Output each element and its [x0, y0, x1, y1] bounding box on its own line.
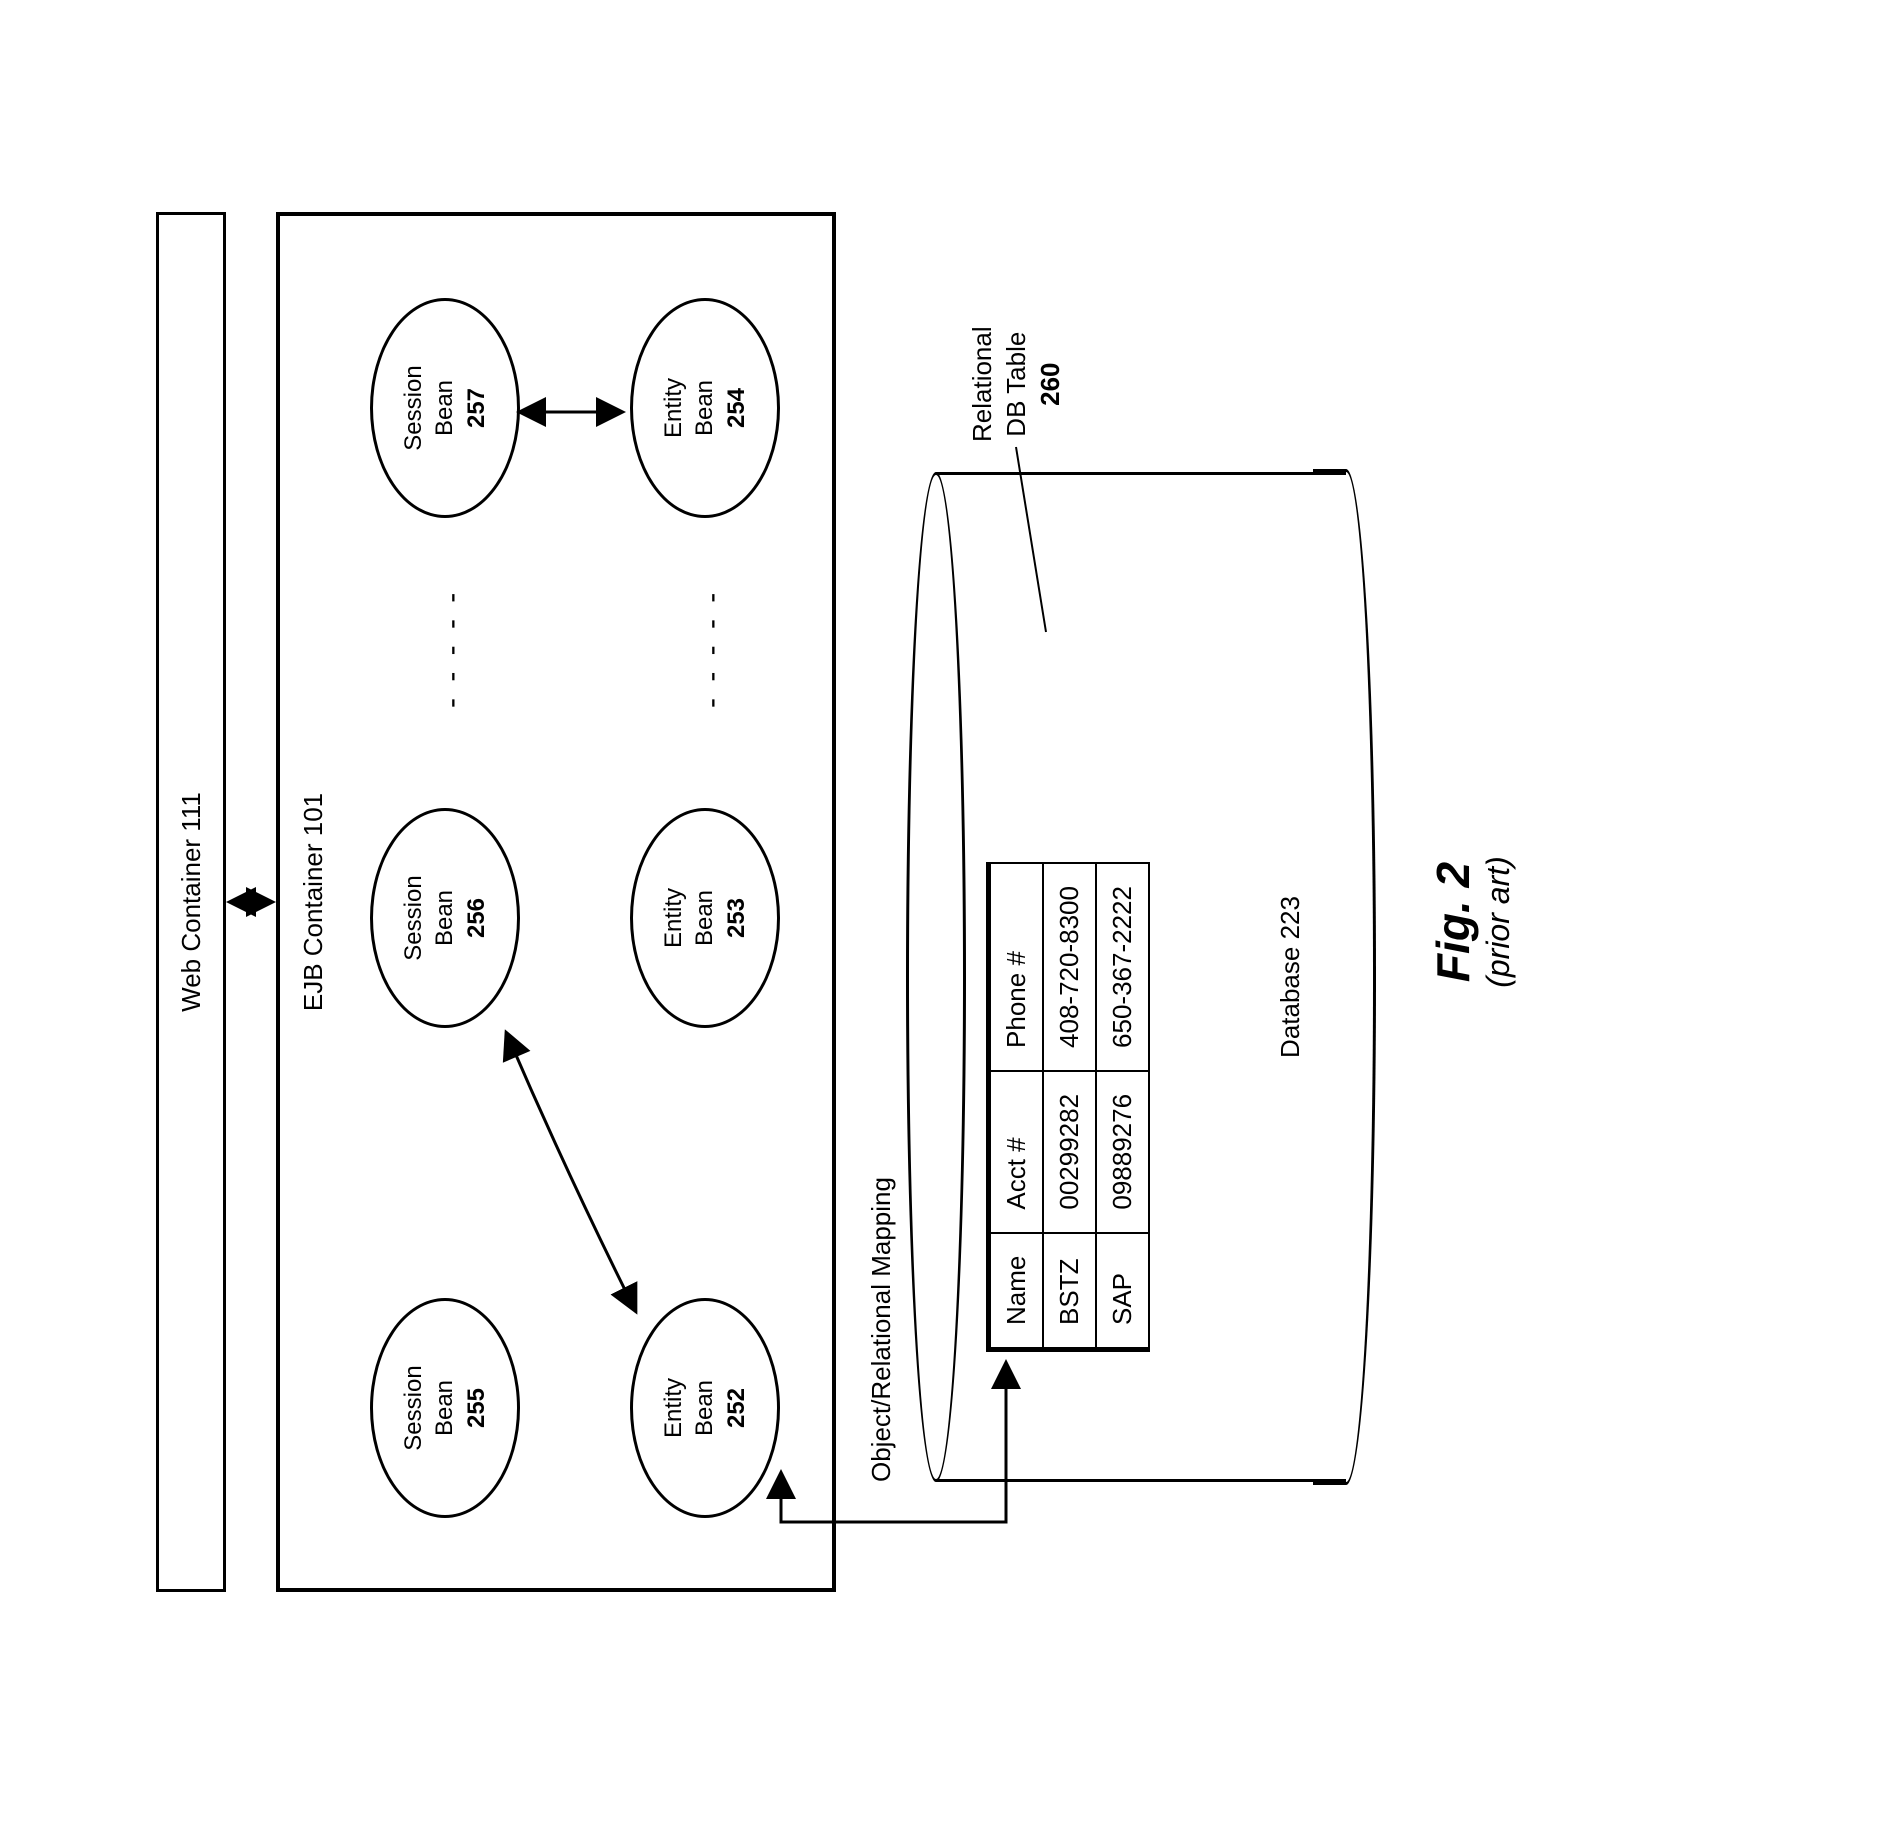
table-row: Name Acct # Phone #	[989, 863, 1044, 1349]
orm-mapping-label: Object/Relational Mapping	[866, 1177, 897, 1482]
session-bean-256: Session Bean 256	[370, 808, 520, 1028]
col-header-name: Name	[989, 1233, 1044, 1350]
ellipsis-icon: - - - - -	[695, 589, 729, 708]
diagram-canvas: Web Container 111 EJB Container 101 Sess…	[96, 72, 1796, 1772]
col-header-phone: Phone #	[989, 863, 1044, 1071]
table-row: BSTZ 00299282 408-720-8300	[1043, 863, 1096, 1349]
figure-caption: Fig. 2 (prior art)	[1426, 856, 1517, 988]
web-container-label: Web Container 111	[176, 792, 207, 1012]
ejb-container-label: EJB Container 101	[298, 793, 329, 1011]
col-header-acct: Acct #	[989, 1071, 1044, 1233]
ellipsis-icon: - - - - -	[435, 589, 469, 708]
session-bean-255: Session Bean 255	[370, 1298, 520, 1518]
relational-db-table: Name Acct # Phone # BSTZ 00299282 408-72…	[986, 862, 1150, 1352]
session-bean-257: Session Bean 257	[370, 298, 520, 518]
ejb-container-box: EJB Container 101 Session Bean 255 Sessi…	[276, 212, 836, 1592]
entity-bean-253: Entity Bean 253	[630, 808, 780, 1028]
entity-bean-252: Entity Bean 252	[630, 1298, 780, 1518]
relational-table-callout: Relational DB Table 260	[966, 326, 1067, 442]
entity-bean-254: Entity Bean 254	[630, 298, 780, 518]
table-row: SAP 09889276 650-367-2222	[1096, 863, 1149, 1349]
web-container-box: Web Container 111	[156, 212, 226, 1592]
database-cylinder: Name Acct # Phone # BSTZ 00299282 408-72…	[906, 472, 1376, 1482]
database-label: Database 223	[1275, 896, 1306, 1058]
